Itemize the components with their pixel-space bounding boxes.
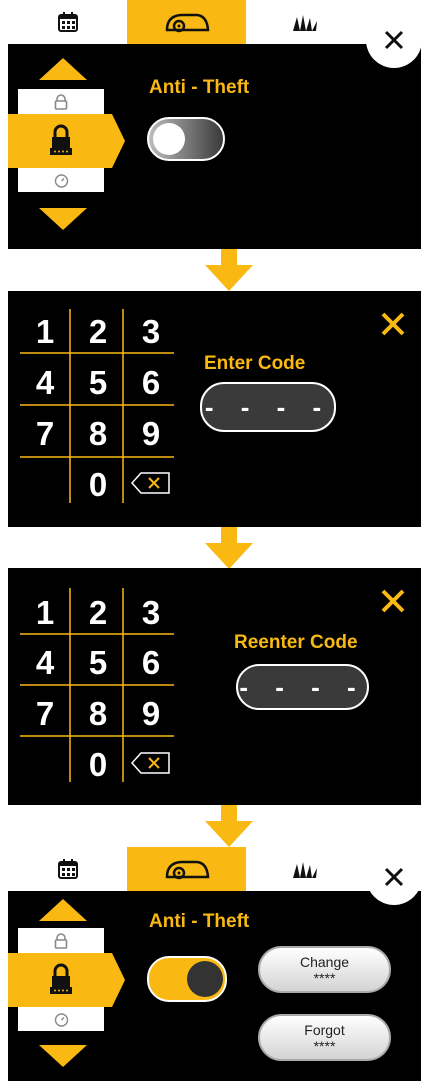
top-tab-bar bbox=[8, 847, 421, 891]
tab-lawn[interactable] bbox=[280, 847, 330, 891]
key-2[interactable]: 2 bbox=[73, 594, 123, 632]
forgot-code-button[interactable]: Forgot **** bbox=[258, 1014, 391, 1061]
panel-reenter-code: 1 2 3 4 5 6 7 8 9 0 Reenter Code - - - - bbox=[8, 568, 421, 805]
small-lock-icon bbox=[54, 93, 68, 110]
backspace-key[interactable] bbox=[131, 752, 171, 774]
forgot-label: Forgot bbox=[304, 1021, 345, 1038]
reenter-code-label: Reenter Code bbox=[234, 632, 358, 653]
tab-schedule[interactable] bbox=[36, 0, 100, 44]
code-input[interactable]: - - - - bbox=[200, 382, 336, 432]
key-3[interactable]: 3 bbox=[126, 313, 176, 351]
close-button[interactable] bbox=[366, 849, 422, 905]
anti-theft-toggle[interactable] bbox=[147, 117, 225, 161]
tab-mower[interactable] bbox=[127, 0, 246, 44]
menu-item-anti-theft[interactable] bbox=[8, 114, 125, 168]
code-input[interactable]: - - - - bbox=[236, 664, 369, 710]
menu-item-prev[interactable] bbox=[18, 928, 104, 953]
backspace-key[interactable] bbox=[131, 472, 171, 494]
key-1[interactable]: 1 bbox=[20, 594, 70, 632]
small-lock-icon bbox=[54, 932, 68, 949]
key-8[interactable]: 8 bbox=[73, 695, 123, 733]
key-4[interactable]: 4 bbox=[20, 364, 70, 402]
tab-lawn[interactable] bbox=[280, 0, 330, 44]
pin-lock-icon bbox=[50, 963, 72, 994]
flow-arrow-2 bbox=[205, 527, 253, 569]
key-8[interactable]: 8 bbox=[73, 415, 123, 453]
top-tab-bar bbox=[8, 0, 421, 44]
timer-icon bbox=[54, 173, 68, 188]
panel-enter-code: 1 2 3 4 5 6 7 8 9 0 Enter Code - - - - bbox=[8, 291, 421, 527]
close-icon bbox=[384, 867, 404, 887]
calendar-icon bbox=[58, 859, 78, 879]
key-0[interactable]: 0 bbox=[73, 466, 123, 504]
key-5[interactable]: 5 bbox=[73, 644, 123, 682]
menu-item-next[interactable] bbox=[18, 1007, 104, 1031]
key-5[interactable]: 5 bbox=[73, 364, 123, 402]
flow-arrow-3 bbox=[205, 805, 253, 847]
scroll-down-arrow[interactable] bbox=[39, 208, 87, 230]
tab-mower[interactable] bbox=[127, 847, 246, 891]
grass-icon bbox=[293, 862, 317, 878]
menu-item-next[interactable] bbox=[18, 168, 104, 192]
scroll-up-arrow[interactable] bbox=[39, 58, 87, 80]
change-mask: **** bbox=[313, 969, 336, 986]
timer-icon bbox=[54, 1012, 68, 1027]
close-button[interactable] bbox=[366, 12, 422, 68]
page-title: Anti - Theft bbox=[149, 911, 250, 932]
enter-code-label: Enter Code bbox=[204, 353, 306, 374]
calendar-icon bbox=[58, 12, 78, 32]
pin-lock-icon bbox=[50, 124, 72, 155]
scroll-up-arrow[interactable] bbox=[39, 899, 87, 921]
forgot-mask: **** bbox=[313, 1037, 336, 1054]
flow-arrow-1 bbox=[205, 249, 253, 291]
anti-theft-toggle[interactable] bbox=[147, 956, 227, 1002]
key-7[interactable]: 7 bbox=[20, 695, 70, 733]
close-icon[interactable] bbox=[380, 311, 406, 337]
scroll-down-arrow[interactable] bbox=[39, 1045, 87, 1067]
close-icon[interactable] bbox=[380, 588, 406, 614]
toggle-knob bbox=[153, 123, 185, 155]
tab-schedule[interactable] bbox=[36, 847, 100, 891]
key-9[interactable]: 9 bbox=[126, 695, 176, 733]
toggle-knob bbox=[187, 961, 223, 997]
panel-anti-theft-off: Anti - Theft bbox=[8, 44, 421, 249]
menu-item-prev[interactable] bbox=[18, 89, 104, 114]
key-9[interactable]: 9 bbox=[126, 415, 176, 453]
menu-item-anti-theft[interactable] bbox=[8, 953, 125, 1007]
key-4[interactable]: 4 bbox=[20, 644, 70, 682]
key-0[interactable]: 0 bbox=[73, 746, 123, 784]
mower-icon bbox=[165, 860, 209, 880]
change-label: Change bbox=[299, 953, 350, 970]
key-6[interactable]: 6 bbox=[126, 364, 176, 402]
change-code-button[interactable]: Change **** bbox=[258, 946, 391, 993]
key-2[interactable]: 2 bbox=[73, 313, 123, 351]
key-3[interactable]: 3 bbox=[126, 594, 176, 632]
mower-icon bbox=[165, 13, 209, 33]
grass-icon bbox=[293, 15, 317, 31]
page-title: Anti - Theft bbox=[149, 77, 250, 98]
key-1[interactable]: 1 bbox=[20, 313, 70, 351]
key-7[interactable]: 7 bbox=[20, 415, 70, 453]
key-6[interactable]: 6 bbox=[126, 644, 176, 682]
panel-anti-theft-on: Anti - Theft Change **** Forgot **** bbox=[8, 891, 421, 1081]
close-icon bbox=[384, 30, 404, 50]
